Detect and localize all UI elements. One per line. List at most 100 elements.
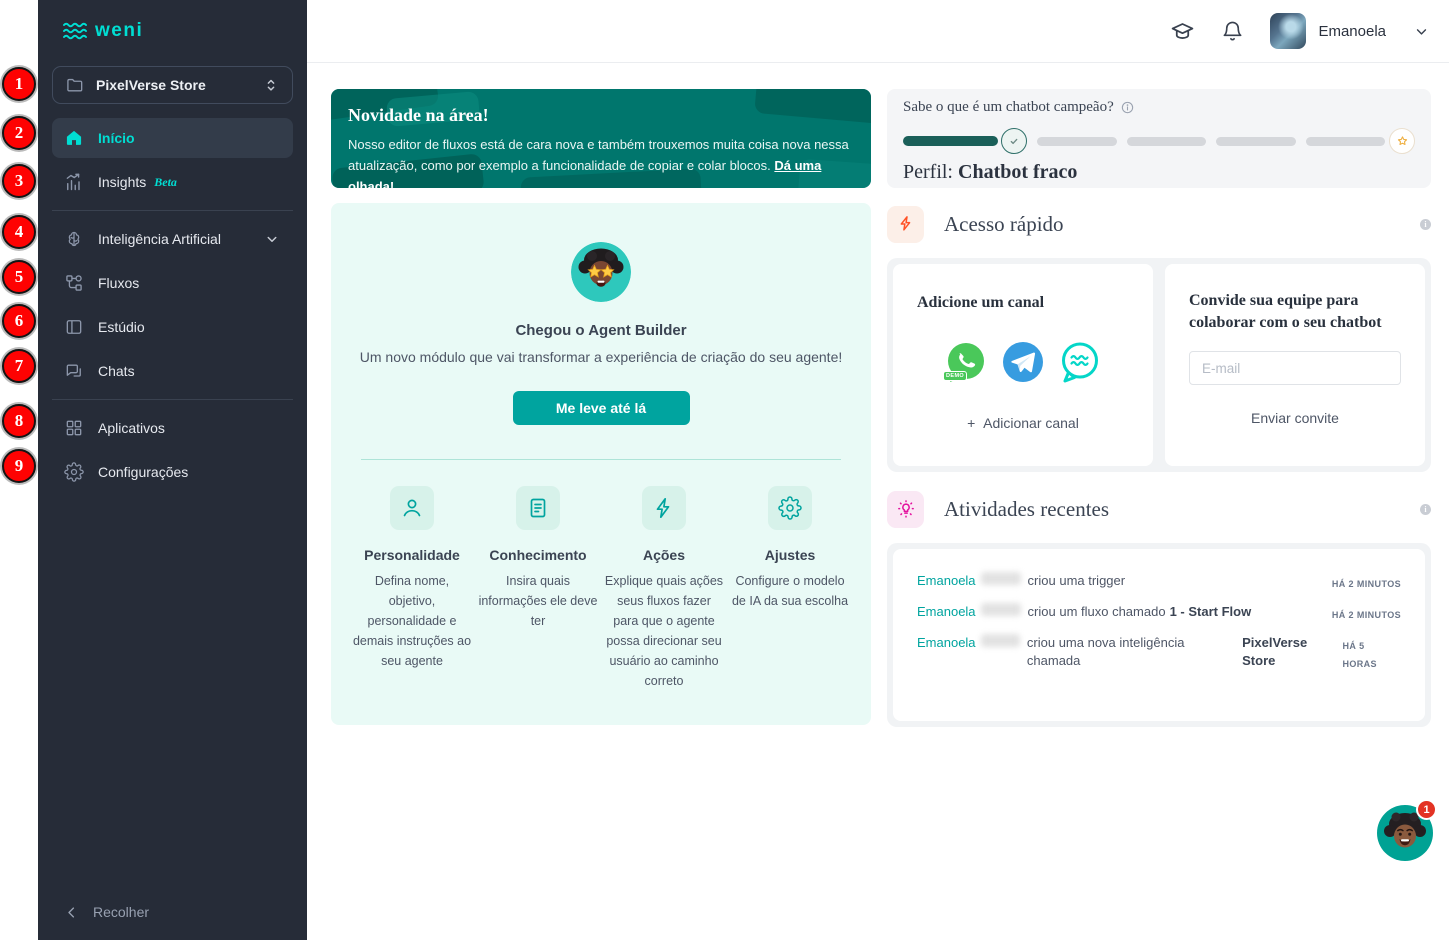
collapse-label: Recolher (93, 904, 149, 920)
feature-title: Ações (603, 547, 725, 563)
info-outline-icon[interactable] (1121, 101, 1134, 114)
sidebar-item-label: Fluxos (98, 275, 139, 291)
feature-description: Configure o modelo de IA da sua escolha (729, 571, 851, 611)
annotation-badge-8: 8 (2, 404, 36, 438)
sidebar-item-chats[interactable]: Chats (52, 351, 293, 391)
sidebar-item-insights[interactable]: Insights Beta (52, 162, 293, 202)
agent-builder-cta-button[interactable]: Me leve até lá (513, 391, 690, 425)
activity-user-link[interactable]: Emanoela (917, 603, 976, 621)
add-channel-button[interactable]: + Adicionar canal (917, 415, 1129, 431)
progress-star-icon (1389, 128, 1415, 154)
sidebar-item-label: Insights (98, 174, 146, 190)
profile-value: Chatbot fraco (958, 161, 1077, 183)
quick-access-title: Acesso rápido (944, 212, 1064, 237)
sidebar-item-configuracoes[interactable]: Configurações (52, 452, 293, 492)
news-banner: Novidade na área! Nosso editor de fluxos… (331, 89, 871, 188)
chevron-down-icon (263, 230, 281, 248)
collapse-sidebar-button[interactable]: Recolher (64, 904, 149, 920)
ai-brain-icon (64, 229, 84, 249)
project-selector[interactable]: PixelVerse Store (52, 66, 293, 104)
redacted-surname (981, 634, 1020, 647)
whatsapp-demo-channel-icon[interactable]: DEMO (944, 340, 988, 384)
activity-user-link[interactable]: Emanoela (917, 634, 976, 652)
activity-text: criou um fluxo chamado (1028, 603, 1166, 621)
sidebar-item-label: Aplicativos (98, 420, 165, 436)
annotation-badge-5: 5 (2, 260, 36, 294)
info-icon[interactable]: i (1420, 504, 1431, 515)
lightbulb-icon (887, 491, 924, 528)
recent-activities-header: Atividades recentes i (887, 490, 1431, 528)
notifications-bell-icon[interactable] (1221, 19, 1244, 44)
sidebar-item-inteligencia-artificial[interactable]: Inteligência Artificial (52, 219, 293, 259)
feature-ajustes: Ajustes Configure o modelo de IA da sua … (729, 486, 851, 691)
feature-description: Defina nome, objetivo, personalidade e d… (351, 571, 473, 671)
annotation-badge-9: 9 (2, 449, 36, 483)
feature-title: Conhecimento (477, 547, 599, 563)
gear-icon (64, 462, 84, 482)
sidebar-item-label: Configurações (98, 464, 188, 480)
beta-badge: Beta (154, 175, 177, 190)
quick-access-well: Adicione um canal DEMO (887, 258, 1431, 472)
sidebar-item-label: Chats (98, 363, 135, 379)
sidebar-item-inicio[interactable]: Início (52, 118, 293, 158)
sidebar-item-label: Estúdio (98, 319, 145, 335)
apps-grid-icon (64, 418, 84, 438)
activities-card: Emanoela criou uma trigger HÁ 2 MINUTOS … (893, 549, 1425, 721)
add-channel-title: Adicione um canal (917, 292, 1129, 314)
sidebar-item-fluxos[interactable]: Fluxos (52, 263, 293, 303)
sidebar-item-label: Inteligência Artificial (98, 231, 221, 247)
recent-activities-well: Emanoela criou uma trigger HÁ 2 MINUTOS … (887, 543, 1431, 727)
activity-user-link[interactable]: Emanoela (917, 572, 976, 590)
user-avatar (1270, 13, 1306, 49)
annotation-badge-2: 2 (2, 116, 36, 150)
home-icon (64, 128, 84, 148)
academy-icon[interactable] (1170, 19, 1195, 44)
telegram-channel-icon[interactable] (1001, 340, 1045, 384)
activity-timestamp: HÁ 5 HORAS (1342, 634, 1401, 673)
feature-acoes: Ações Explique quais ações seus fluxos f… (603, 486, 725, 691)
progress-segment-empty (1306, 137, 1386, 146)
user-name: Emanoela (1318, 23, 1386, 40)
activity-row: Emanoela criou um fluxo chamado 1 - Star… (917, 603, 1401, 624)
sidebar-item-aplicativos[interactable]: Aplicativos (52, 408, 293, 448)
profile-label: Perfil: (903, 161, 953, 183)
bolt-icon (642, 486, 686, 530)
agent-builder-title: Chegou o Agent Builder (331, 322, 871, 339)
insights-icon (64, 172, 84, 192)
feature-title: Personalidade (351, 547, 473, 563)
activity-row: Emanoela criou uma trigger HÁ 2 MINUTOS (917, 572, 1401, 593)
weni-platform-home: { "annotations": { "badges": ["1","2","3… (0, 0, 1449, 940)
activity-timestamp: HÁ 2 MINUTOS (1332, 603, 1401, 624)
invite-email-input[interactable] (1189, 351, 1401, 385)
redacted-surname (981, 572, 1021, 585)
activity-highlight: 1 - Start Flow (1170, 603, 1252, 621)
activity-row: Emanoela criou uma nova inteligência cha… (917, 634, 1401, 673)
sidebar-item-estudio[interactable]: Estúdio (52, 307, 293, 347)
quick-access-header: Acesso rápido i (887, 205, 1431, 243)
progress-segment-empty (1127, 137, 1207, 146)
user-menu[interactable]: Emanoela (1270, 13, 1431, 49)
send-invite-button[interactable]: Enviar convite (1189, 410, 1401, 426)
up-down-chevrons-icon (262, 74, 280, 96)
sidebar: weni PixelVerse Store Início (38, 0, 307, 940)
progress-segment-empty (1037, 137, 1117, 146)
sidebar-nav: Início Insights Beta Inteligência Artifi… (52, 118, 293, 492)
champion-profile: Perfil: Chatbot fraco (903, 161, 1415, 184)
annotation-badge-3: 3 (2, 164, 36, 198)
sidebar-item-label: Início (98, 130, 135, 146)
annotation-badge-6: 6 (2, 304, 36, 338)
topbar: Emanoela (307, 0, 1449, 63)
weni-logo: weni (62, 20, 307, 42)
add-channel-card: Adicione um canal DEMO (893, 264, 1153, 466)
chevron-down-icon (1412, 22, 1431, 41)
weni-waves-icon (62, 21, 88, 41)
feature-description: Explique quais ações seus fluxos fazer p… (603, 571, 725, 691)
add-channel-label: Adicionar canal (983, 415, 1079, 431)
chats-icon (64, 361, 84, 381)
info-icon[interactable]: i (1420, 219, 1431, 230)
support-chat-fab[interactable]: 1 (1377, 805, 1433, 861)
weni-webchat-channel-icon[interactable] (1058, 340, 1102, 384)
invite-team-title: Convide sua equipe para colaborar com o … (1189, 290, 1401, 334)
feature-description: Insira quais informações ele deve ter (477, 571, 599, 631)
recent-activities-title: Atividades recentes (944, 497, 1109, 522)
